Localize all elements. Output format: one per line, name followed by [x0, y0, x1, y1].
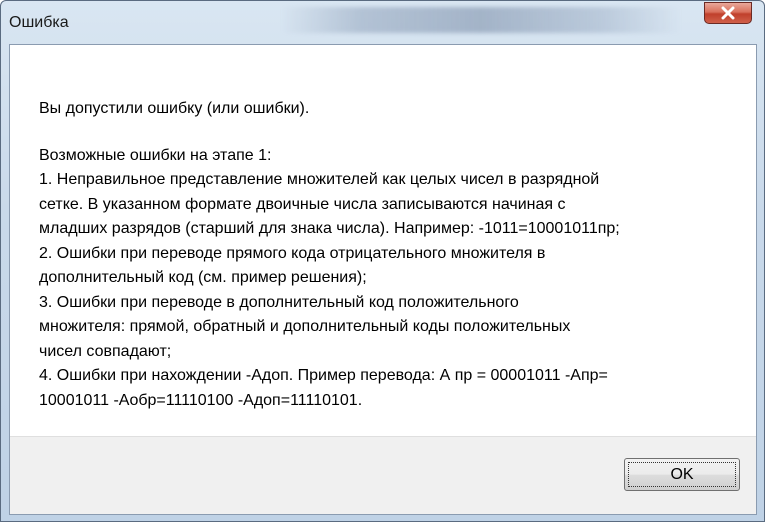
- message-line: сетке. В указанном формате двоичные числ…: [39, 195, 566, 213]
- close-button[interactable]: [704, 2, 752, 24]
- ok-button[interactable]: OK: [624, 458, 740, 491]
- error-dialog-window: Ошибка Вы допустили ошибку (или ошибки).…: [0, 0, 765, 522]
- error-message: Вы допустили ошибку (или ошибки). Возмож…: [39, 97, 739, 413]
- message-line: чисел совпадают;: [39, 342, 172, 360]
- button-bar: OK: [10, 436, 756, 514]
- message-line: младших разрядов (старший для знака числ…: [39, 220, 620, 237]
- message-line: 1. Неправильное представление множителей…: [39, 171, 600, 188]
- message-line: 3. Ошибки при переводе в дополнительный …: [39, 293, 519, 311]
- background-window-title-blur: [281, 7, 681, 33]
- message-line: множителя: прямой, обратный и дополнител…: [39, 318, 571, 335]
- message-line: 10001011 -Аобр=11110100 -Адоп=11110101.: [39, 391, 363, 409]
- title-bar[interactable]: Ошибка: [1, 1, 764, 45]
- dialog-content-area: Вы допустили ошибку (или ошибки). Возмож…: [9, 44, 757, 515]
- message-line: 2. Ошибки при переводе прямого кода отри…: [39, 244, 546, 262]
- message-line: Возможные ошибки на этапе 1:: [39, 146, 272, 164]
- message-intro: Вы допустили ошибку (или ошибки).: [39, 100, 310, 117]
- message-line: 4. Ошибки при нахождении -Адоп. Пример п…: [39, 367, 608, 384]
- window-title: Ошибка: [9, 14, 69, 31]
- message-line: дополнительный код (см. пример решения);: [39, 269, 367, 286]
- close-icon: [720, 6, 736, 20]
- focus-rectangle: [628, 462, 736, 487]
